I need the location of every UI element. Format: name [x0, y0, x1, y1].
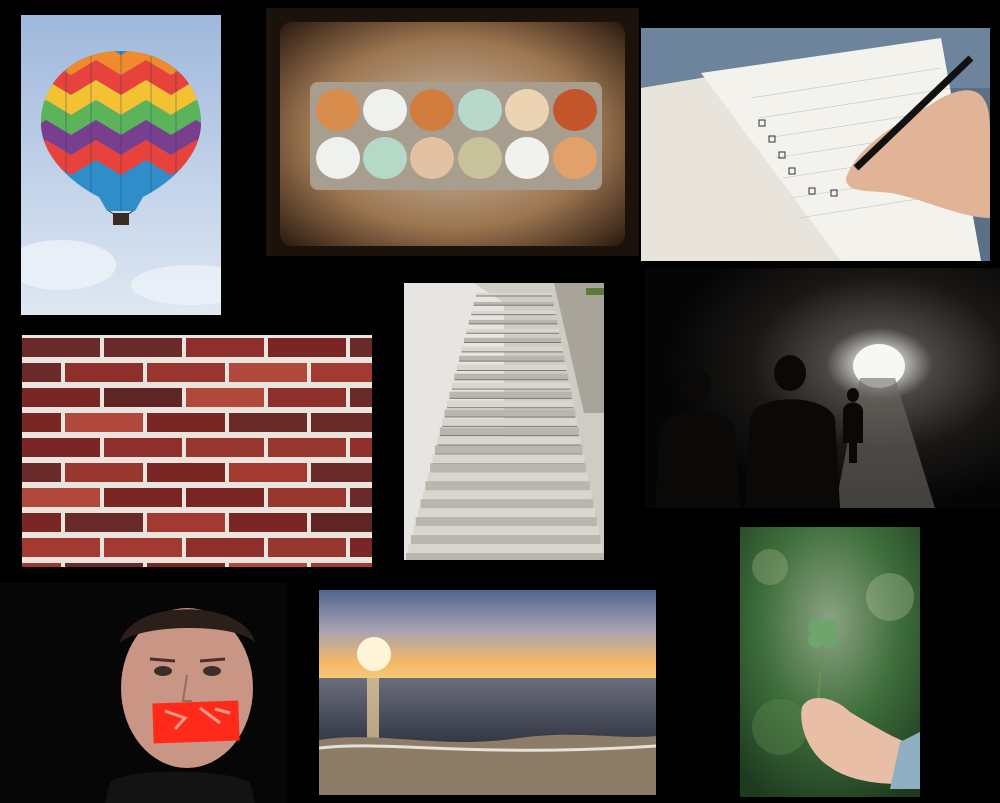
clover-photo: [740, 527, 920, 797]
stair-step: [459, 355, 565, 362]
brick: [268, 438, 346, 457]
brick-wall-photo: [22, 335, 372, 567]
notebook-photo: [641, 28, 990, 261]
brick: [350, 438, 372, 457]
balloon-photo: [21, 15, 221, 315]
brick: [350, 488, 372, 507]
brick: [229, 363, 307, 382]
taped-mouth-photo: [0, 583, 287, 803]
brick: [65, 513, 143, 532]
stair-step: [432, 454, 585, 464]
stair-step: [466, 328, 560, 334]
brick: [350, 538, 372, 557]
stair-step: [451, 382, 570, 390]
brick: [147, 513, 225, 532]
brick: [65, 563, 143, 567]
brick: [147, 413, 225, 432]
brick: [22, 363, 61, 382]
brick: [22, 438, 100, 457]
stair-step: [406, 553, 604, 560]
brick: [229, 563, 307, 567]
stair-step: [471, 310, 556, 315]
tunnel-photo: [645, 268, 1000, 508]
brick: [311, 363, 372, 382]
stair-step: [463, 337, 561, 343]
stair-step: [427, 472, 588, 483]
brick: [104, 538, 182, 557]
brick: [22, 563, 61, 567]
brick: [268, 538, 346, 557]
brick: [268, 488, 346, 507]
brick: [186, 438, 264, 457]
brick: [311, 413, 372, 432]
stair-step: [468, 319, 558, 324]
brick: [22, 388, 100, 407]
stair-step: [447, 400, 574, 408]
brick: [22, 338, 100, 357]
brick: [350, 338, 372, 357]
brick: [350, 388, 372, 407]
stair-step: [454, 373, 569, 380]
brick: [147, 363, 225, 382]
brick: [229, 413, 307, 432]
brick: [268, 338, 346, 357]
stair-step: [430, 463, 587, 473]
brick: [268, 388, 346, 407]
brick: [22, 488, 100, 507]
stair-step: [444, 409, 576, 418]
brick: [104, 438, 182, 457]
brick: [22, 538, 100, 557]
beach-sunset-photo: [319, 590, 656, 795]
stair-step: [439, 427, 579, 436]
brick: [311, 513, 372, 532]
brick: [186, 388, 264, 407]
brick: [186, 538, 264, 557]
brick: [186, 488, 264, 507]
brick: [65, 413, 143, 432]
brick: [229, 513, 307, 532]
brick: [65, 363, 143, 382]
brick: [22, 413, 61, 432]
brick: [22, 463, 61, 482]
brick: [147, 463, 225, 482]
brick: [311, 463, 372, 482]
stair-step: [434, 445, 583, 455]
egg-carton-photo: [266, 8, 639, 256]
stair-step: [461, 346, 563, 352]
brick: [22, 513, 61, 532]
brick: [104, 388, 182, 407]
brick: [229, 463, 307, 482]
brick: [104, 488, 182, 507]
stair-step: [473, 301, 554, 306]
stair-step: [437, 436, 581, 445]
brick: [311, 563, 372, 567]
stair-step: [456, 364, 567, 371]
brick: [65, 463, 143, 482]
stair-step: [442, 418, 578, 427]
brick: [147, 563, 225, 567]
stair-step: [425, 481, 590, 492]
brick: [104, 338, 182, 357]
brick: [186, 338, 264, 357]
stair-step: [449, 391, 572, 399]
stairs-photo: [404, 283, 604, 560]
